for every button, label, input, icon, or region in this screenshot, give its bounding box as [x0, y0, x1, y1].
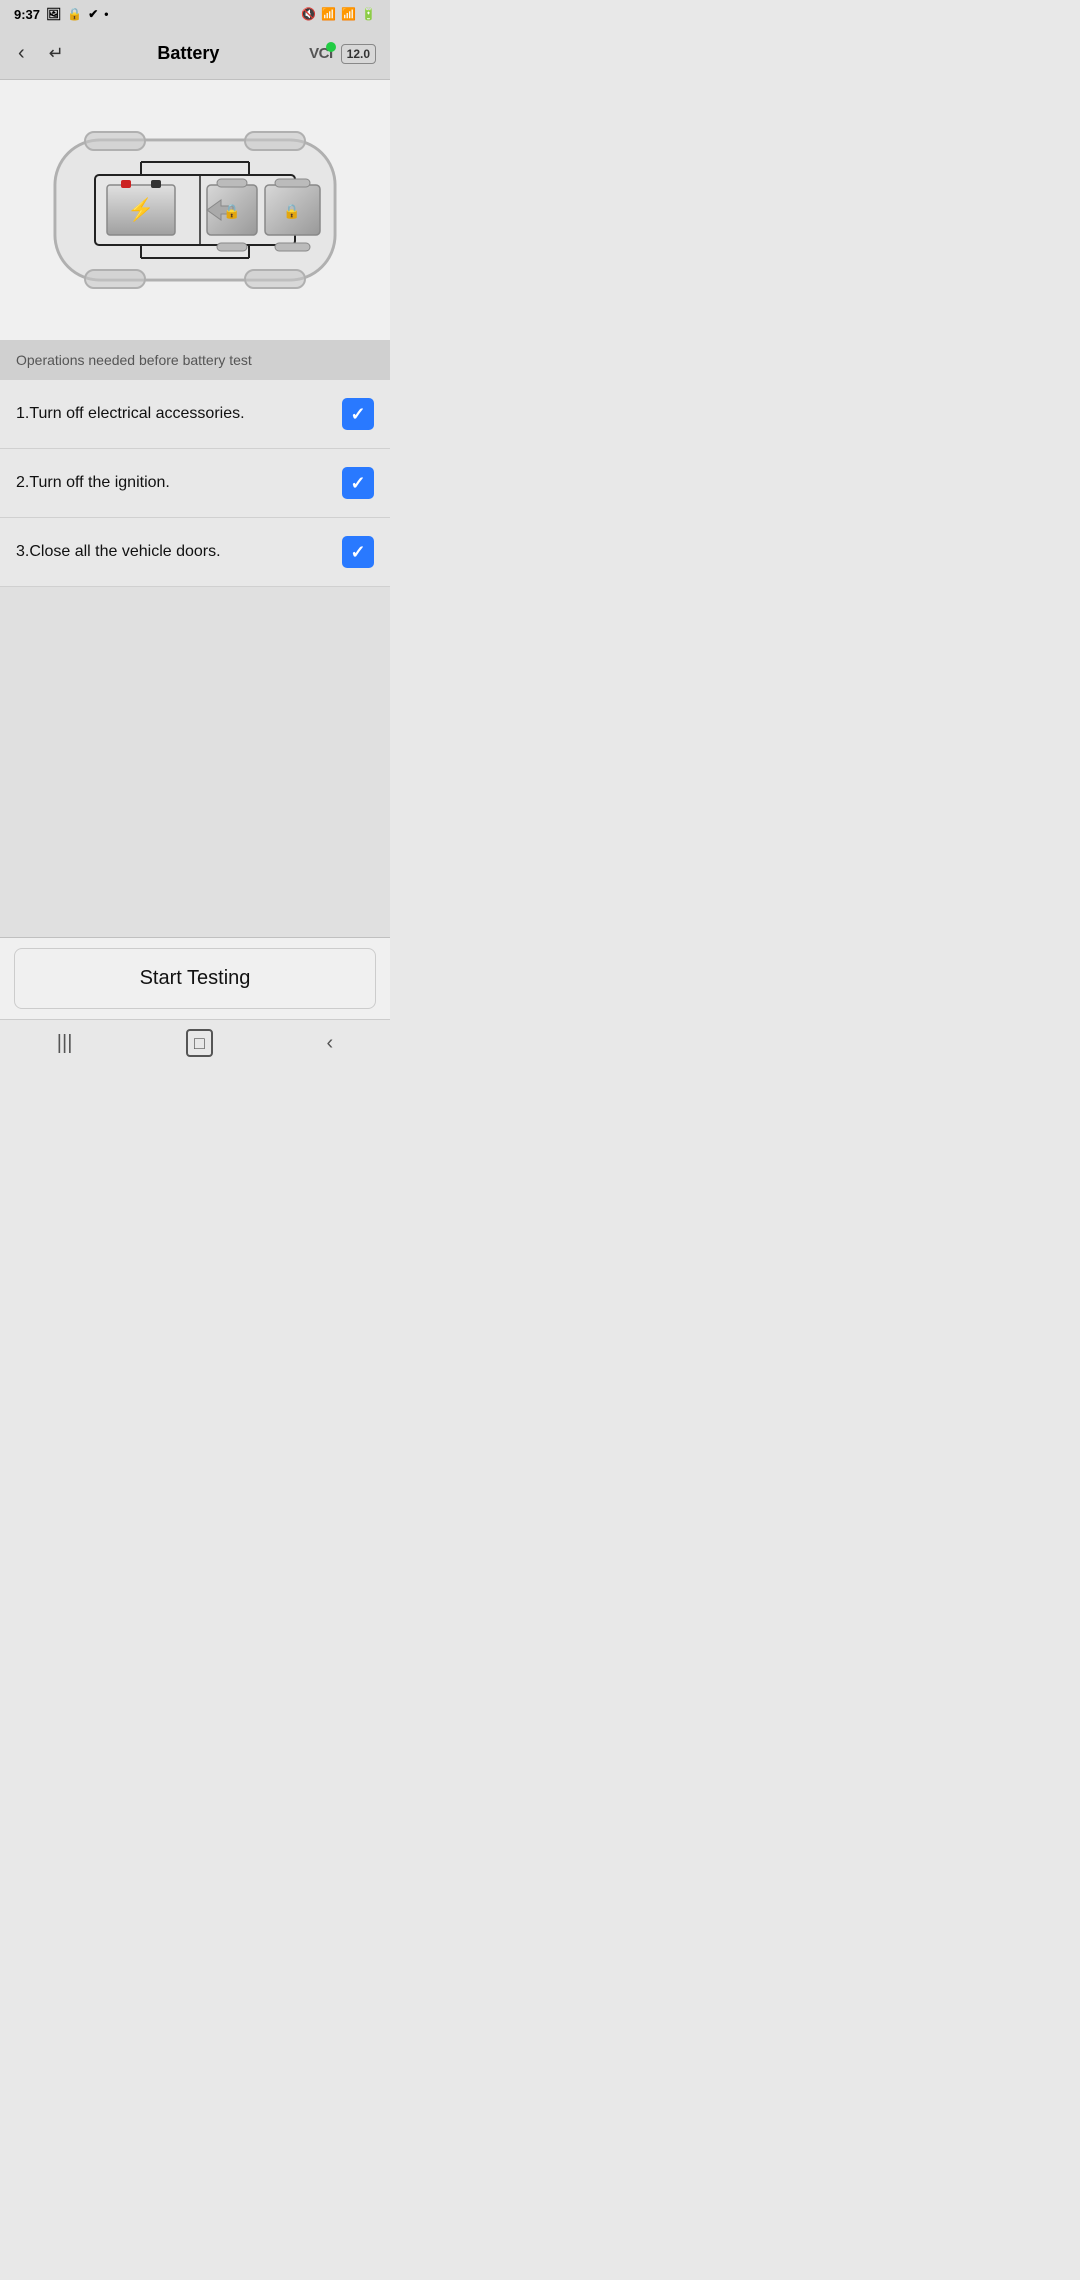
nav-menu-icon: |||: [57, 1032, 73, 1054]
nav-back-icon: ‹: [326, 1032, 333, 1054]
vci-badge: VCI: [309, 45, 333, 62]
checklist-item-3[interactable]: 3.Close all the vehicle doors.: [0, 518, 390, 587]
checkbox-2[interactable]: [342, 467, 374, 499]
car-diagram: ⚡: [0, 80, 390, 340]
operations-header-label: Operations needed before battery test: [16, 352, 252, 368]
operations-header: Operations needed before battery test: [0, 340, 390, 380]
checklist-item-2-text: 2.Turn off the ignition.: [16, 474, 342, 492]
checkbox-1[interactable]: [342, 398, 374, 430]
empty-area: [0, 587, 390, 937]
header-left: ‹ ↵: [14, 38, 68, 69]
checklist-item-1[interactable]: 1.Turn off electrical accessories.: [0, 380, 390, 449]
nav-home-icon: □: [186, 1029, 213, 1057]
checklist-item-3-text: 3.Close all the vehicle doors.: [16, 543, 342, 561]
back-arrow-icon: ‹: [18, 42, 25, 64]
export-button[interactable]: ↵: [45, 38, 68, 69]
nav-home-button[interactable]: □: [166, 1024, 233, 1063]
photo-icon: 🖼: [46, 7, 61, 21]
checkbox-3[interactable]: [342, 536, 374, 568]
svg-text:⚡: ⚡: [127, 197, 154, 223]
check-icon: ✔: [88, 7, 98, 21]
status-time: 9:37: [14, 7, 40, 22]
svg-text:🔒: 🔒: [223, 203, 240, 220]
version-box: 12.0: [341, 44, 376, 64]
lock-icon: 🔒: [67, 7, 82, 21]
car-svg: ⚡: [25, 100, 365, 320]
battery-icon: 🔋: [361, 7, 376, 21]
nav-back-button[interactable]: ‹: [306, 1024, 353, 1063]
page-title: Battery: [68, 43, 309, 64]
content-area: ⚡: [0, 80, 390, 1067]
svg-text:🔒: 🔒: [283, 203, 300, 220]
dot-icon: •: [104, 7, 108, 21]
back-button[interactable]: ‹: [14, 38, 29, 69]
checklist-item-2[interactable]: 2.Turn off the ignition.: [0, 449, 390, 518]
checklist-item-1-text: 1.Turn off electrical accessories.: [16, 405, 342, 423]
nav-menu-button[interactable]: |||: [37, 1024, 93, 1063]
header: ‹ ↵ Battery VCI 12.0: [0, 28, 390, 80]
wifi-icon: 📶: [321, 7, 336, 21]
header-right: VCI 12.0: [309, 44, 376, 64]
start-btn-container: Start Testing: [0, 937, 390, 1019]
status-left: 9:37 🖼 🔒 ✔ •: [14, 7, 108, 22]
status-bar: 9:37 🖼 🔒 ✔ • 🔇 📶 📶 🔋: [0, 0, 390, 28]
mute-icon: 🔇: [301, 7, 316, 21]
start-testing-button[interactable]: Start Testing: [14, 948, 376, 1009]
vci-connected-dot: [326, 42, 336, 52]
status-right: 🔇 📶 📶 🔋: [301, 7, 376, 21]
nav-bar: ||| □ ‹: [0, 1019, 390, 1067]
page-root: 9:37 🖼 🔒 ✔ • 🔇 📶 📶 🔋 ‹ ↵ Battery VCI: [0, 0, 390, 1067]
checklist: 1.Turn off electrical accessories. 2.Tur…: [0, 380, 390, 587]
export-icon: ↵: [49, 43, 64, 63]
signal-icon: 📶: [341, 7, 356, 21]
